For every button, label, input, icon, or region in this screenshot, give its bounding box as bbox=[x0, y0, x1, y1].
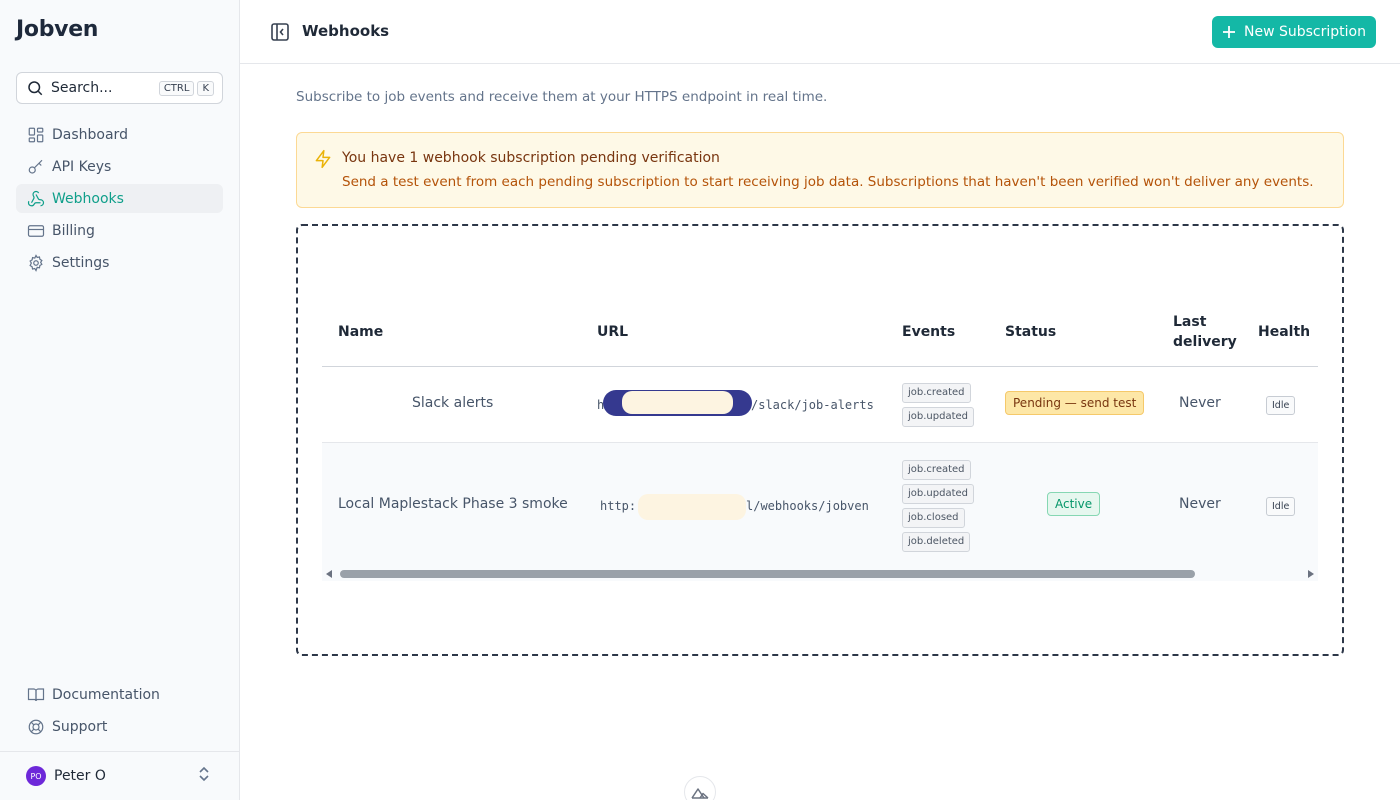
status-badge: Active bbox=[1047, 492, 1101, 516]
alert-description: Send a test event from each pending subs… bbox=[342, 174, 1314, 190]
shortcut-key-k: K bbox=[197, 80, 214, 96]
search-button[interactable]: Search... CTRL K bbox=[16, 72, 223, 104]
sidebar-item-documentation[interactable]: Documentation bbox=[16, 680, 223, 709]
row-url-suffix: /slack/job-alerts bbox=[751, 398, 874, 412]
row-name: Local Maplestack Phase 3 smoke bbox=[338, 496, 568, 512]
event-tag: job.deleted bbox=[902, 532, 971, 552]
sidebar-item-label: Support bbox=[52, 718, 108, 735]
sidebar-item-label: Documentation bbox=[52, 686, 160, 703]
header-divider bbox=[322, 366, 1318, 367]
scroll-left-icon[interactable] bbox=[326, 570, 332, 578]
sidebar-bottom-nav: Documentation Support bbox=[16, 680, 223, 744]
event-tag: job.updated bbox=[902, 484, 975, 504]
new-subscription-label: New Subscription bbox=[1244, 24, 1366, 40]
plus-icon bbox=[1222, 25, 1236, 39]
event-tag: job.created bbox=[902, 383, 971, 403]
sidebar-item-label: Dashboard bbox=[52, 126, 128, 143]
page-title: Webhooks bbox=[302, 22, 390, 40]
devtools-toggle-button[interactable] bbox=[684, 776, 716, 800]
alert-title: You have 1 webhook subscription pending … bbox=[342, 150, 720, 166]
redacted-url bbox=[638, 494, 746, 520]
row-last-delivery: Never bbox=[1179, 496, 1221, 512]
column-header-last-delivery: Last delivery bbox=[1173, 314, 1237, 350]
gear-icon bbox=[26, 253, 46, 273]
credit-card-icon bbox=[26, 221, 46, 241]
row-url-suffix: l/webhooks/jobven bbox=[746, 499, 869, 513]
sidebar-item-settings[interactable]: Settings bbox=[16, 248, 223, 277]
status-badge[interactable]: Pending — send test bbox=[1005, 391, 1145, 415]
column-header-events: Events bbox=[902, 324, 956, 340]
page-description: Subscribe to job events and receive them… bbox=[296, 89, 828, 105]
sidebar-item-api-keys[interactable]: API Keys bbox=[16, 152, 223, 181]
event-tag: job.closed bbox=[902, 508, 965, 528]
event-tag: job.updated bbox=[902, 407, 975, 427]
column-header-name: Name bbox=[338, 324, 384, 340]
scroll-right-icon[interactable] bbox=[1308, 570, 1314, 578]
horizontal-scrollbar[interactable] bbox=[322, 567, 1318, 581]
row-last-delivery: Never bbox=[1179, 395, 1221, 411]
app-logo[interactable]: Jobven bbox=[16, 17, 98, 42]
sidebar-item-dashboard[interactable]: Dashboard bbox=[16, 120, 223, 149]
sidebar-nav: Dashboard API Keys Webhooks Billing Sett… bbox=[16, 120, 223, 280]
sidebar-item-support[interactable]: Support bbox=[16, 712, 223, 741]
webhook-icon bbox=[26, 189, 46, 209]
mountain-icon bbox=[691, 784, 709, 800]
sidebar-item-label: Billing bbox=[52, 222, 95, 239]
sidebar-item-label: API Keys bbox=[52, 158, 112, 175]
sidebar: Jobven Search... CTRL K Dashboard API Ke… bbox=[0, 0, 240, 800]
column-header-url: URL bbox=[597, 324, 629, 340]
shortcut-key-ctrl: CTRL bbox=[158, 80, 195, 96]
avatar: PO bbox=[26, 766, 46, 786]
book-icon bbox=[26, 685, 46, 705]
column-header-status: Status bbox=[1005, 324, 1057, 340]
health-badge: Idle bbox=[1266, 396, 1296, 415]
redacted-url-highlight bbox=[622, 391, 733, 414]
sidebar-item-label: Settings bbox=[52, 254, 110, 271]
page-header: Webhooks New Subscription bbox=[240, 0, 1400, 64]
sidebar-item-webhooks[interactable]: Webhooks bbox=[16, 184, 223, 213]
chevron-up-down-icon bbox=[197, 765, 211, 787]
row-url-prefix: http: bbox=[600, 499, 637, 513]
lightning-icon bbox=[313, 149, 333, 173]
sidebar-toggle-icon[interactable] bbox=[270, 22, 290, 42]
lifebuoy-icon bbox=[26, 717, 46, 737]
new-subscription-button[interactable]: New Subscription bbox=[1212, 16, 1376, 48]
user-name: Peter O bbox=[54, 768, 106, 784]
sidebar-item-billing[interactable]: Billing bbox=[16, 216, 223, 245]
key-icon bbox=[26, 157, 46, 177]
column-header-health: Health bbox=[1258, 324, 1311, 340]
search-icon bbox=[25, 78, 45, 98]
scrollbar-thumb[interactable] bbox=[340, 570, 1195, 578]
user-menu[interactable]: PO Peter O bbox=[0, 751, 239, 800]
dashboard-icon bbox=[26, 125, 46, 145]
sidebar-item-label: Webhooks bbox=[52, 190, 124, 207]
pending-verification-alert: You have 1 webhook subscription pending … bbox=[296, 132, 1344, 208]
event-tag: job.created bbox=[902, 460, 971, 480]
search-label: Search... bbox=[51, 80, 113, 96]
row-name: Slack alerts bbox=[412, 395, 494, 411]
webhooks-table: Name URL Events Status Last delivery Hea… bbox=[322, 302, 1318, 582]
health-badge: Idle bbox=[1266, 497, 1296, 516]
